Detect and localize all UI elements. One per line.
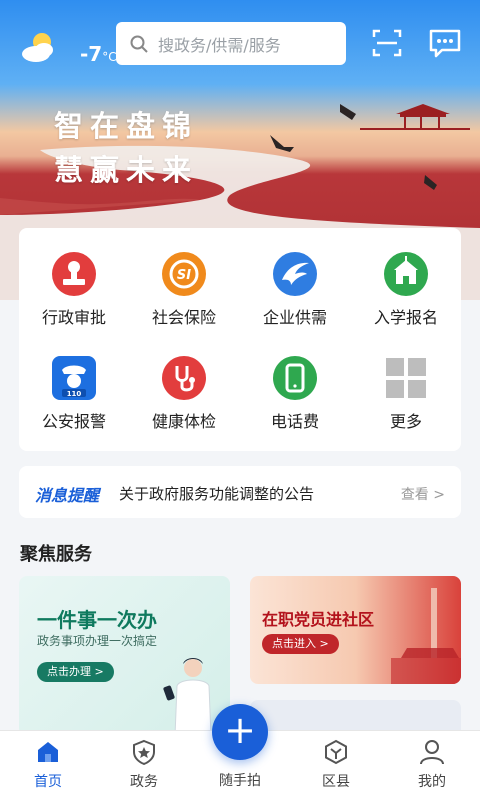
temperature-value: -7 xyxy=(80,42,103,66)
service-label: 更多 xyxy=(389,412,422,431)
card-title: 在职党员进社区 xyxy=(262,610,375,629)
police-icon: 110 xyxy=(52,356,96,400)
notice-tag: 消息提醒 xyxy=(35,486,100,505)
user-icon xyxy=(420,740,444,765)
tab-mine[interactable]: 我的 xyxy=(392,731,472,800)
top-bar: -7°C 搜政务/供需/服务 xyxy=(0,18,480,74)
search-placeholder: 搜政务/供需/服务 xyxy=(158,35,281,55)
service-admin-approval[interactable]: 行政审批 xyxy=(19,228,129,328)
quick-report-button[interactable]: + xyxy=(212,704,268,760)
slogan-line-1: 智在盘锦 xyxy=(54,109,199,143)
shield-star-icon xyxy=(133,739,155,765)
partly-cloudy-icon xyxy=(22,33,53,62)
plus-icon: + xyxy=(224,708,256,752)
slogan-line-2: 慧赢未来 xyxy=(54,153,199,187)
hexagon-icon xyxy=(325,739,347,765)
landmark-illustration xyxy=(391,588,461,684)
card-subtitle: 政务事项办理一次搞定 xyxy=(37,634,158,648)
stethoscope-icon xyxy=(162,356,206,400)
grid-icon xyxy=(386,358,426,398)
service-health-check[interactable]: 健康体检 xyxy=(129,332,239,432)
tab-districts[interactable]: 区县 xyxy=(296,731,376,800)
svg-text:SI: SI xyxy=(177,268,191,283)
service-label: 社会保险 xyxy=(151,308,216,327)
weather-widget[interactable]: -7°C xyxy=(18,26,128,66)
svg-text:110: 110 xyxy=(67,390,82,398)
service-label: 行政审批 xyxy=(41,308,106,327)
eagle-icon xyxy=(273,252,317,296)
notice-bar[interactable]: 消息提醒 关于政府服务功能调整的公告 查看 > xyxy=(19,466,461,518)
phone-icon xyxy=(273,356,317,400)
notice-text[interactable]: 关于政府服务功能调整的公告 xyxy=(119,483,314,504)
section-title: 聚焦服务 xyxy=(20,544,92,565)
tab-home[interactable]: 首页 xyxy=(8,731,88,800)
hero-slogan: 智在盘锦 慧赢未来 xyxy=(54,104,198,192)
service-label: 健康体检 xyxy=(151,412,216,431)
pavilion-icon xyxy=(360,104,470,130)
one-stop-service-card[interactable]: 一件事一次办 政务事项办理一次搞定 点击办理 > xyxy=(19,576,230,736)
chat-icon[interactable] xyxy=(428,26,462,60)
service-label: 企业供需 xyxy=(262,308,327,327)
social-security-icon: SI xyxy=(162,252,206,296)
temperature: -7°C xyxy=(80,42,117,66)
service-label: 入学报名 xyxy=(373,308,438,327)
search-input[interactable]: 搜政务/供需/服务 xyxy=(116,22,346,65)
tab-label: 区县 xyxy=(322,774,350,790)
card-button[interactable]: 点击办理 > xyxy=(37,662,114,682)
party-member-card[interactable]: 在职党员进社区 点击进入 > xyxy=(250,576,461,684)
scan-icon[interactable] xyxy=(370,26,404,60)
tab-label: 我的 xyxy=(418,774,446,790)
tab-label: 政务 xyxy=(130,774,158,790)
card-button[interactable]: 点击进入 > xyxy=(262,634,339,654)
service-label: 公安报警 xyxy=(41,412,106,431)
service-grid: 行政审批 SI 社会保险 企业供需 入学报名 110 公安报警 健康体检 电话费… xyxy=(19,228,461,451)
tab-government[interactable]: 政务 xyxy=(104,731,184,800)
service-police-alarm[interactable]: 110 公安报警 xyxy=(19,332,129,432)
search-icon xyxy=(130,35,148,53)
service-enterprise-supply[interactable]: 企业供需 xyxy=(240,228,350,328)
card-title: 一件事一次办 xyxy=(37,608,157,632)
service-label: 电话费 xyxy=(270,412,319,431)
notice-more-link[interactable]: 查看 > xyxy=(401,484,445,504)
service-phone-bill[interactable]: 电话费 xyxy=(240,332,350,432)
stamp-icon xyxy=(52,252,96,296)
tab-label: 随手拍 xyxy=(219,773,261,789)
temperature-unit: °C xyxy=(102,50,117,64)
school-icon xyxy=(384,252,428,296)
home-icon xyxy=(38,742,58,762)
service-more[interactable]: 更多 xyxy=(351,332,461,432)
service-social-insurance[interactable]: SI 社会保险 xyxy=(129,228,239,328)
tab-label: 首页 xyxy=(34,774,62,790)
service-school-enroll[interactable]: 入学报名 xyxy=(351,228,461,328)
